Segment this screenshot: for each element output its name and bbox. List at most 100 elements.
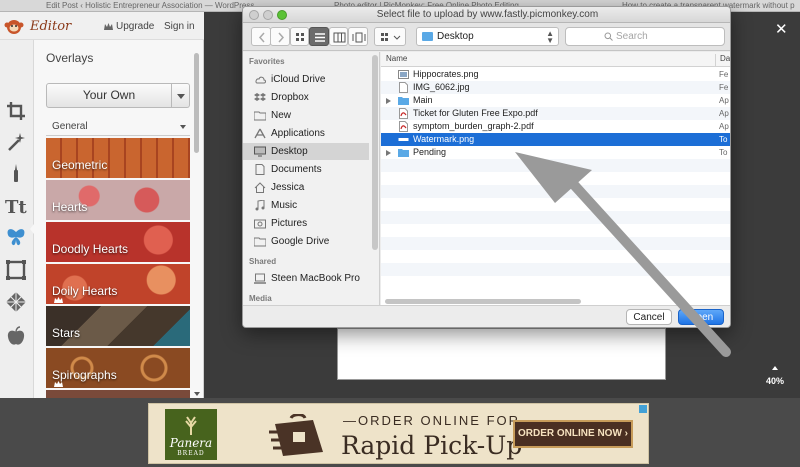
upgrade-link[interactable]: Upgrade — [104, 21, 154, 32]
effects-tool[interactable] — [5, 131, 27, 153]
file-list-horizontal-scrollbar[interactable] — [385, 299, 581, 304]
crop-tool[interactable] — [5, 100, 27, 122]
sidebar-item-google-drive[interactable]: Google Drive — [243, 233, 369, 250]
overlay-tile-hearts[interactable]: Hearts — [46, 180, 190, 220]
sidebar-item-label: Steen MacBook Pro — [271, 273, 360, 284]
disclosure-triangle-icon[interactable] — [386, 98, 391, 104]
magic-wand-icon — [8, 133, 25, 151]
sidebar-item-documents[interactable]: Documents — [243, 161, 369, 178]
category-select[interactable]: General — [46, 119, 190, 136]
panera-ad-banner[interactable]: Panera BREAD —ORDER ONLINE FOR— Rapid Pi… — [148, 403, 649, 464]
list-view-button[interactable] — [309, 27, 329, 46]
file-row[interactable]: Hippocrates.png Fe — [381, 68, 730, 81]
text-tool[interactable]: Tt — [5, 195, 27, 218]
file-date: Ap — [719, 109, 729, 118]
home-icon — [254, 182, 266, 193]
butterfly-icon — [7, 229, 25, 246]
tile-label: Doily Hearts — [52, 284, 118, 298]
overlay-tile-stars[interactable]: Stars — [46, 306, 190, 346]
sidebar-item-steen-macbook-pro[interactable]: Steen MacBook Pro — [243, 270, 369, 287]
textures-tool[interactable] — [5, 291, 27, 313]
tile-label: Doodly Hearts — [52, 242, 129, 256]
sidebar-item-label: Dropbox — [271, 92, 309, 103]
sidebar-item-label: Documents — [271, 164, 322, 175]
order-online-now-button[interactable]: ORDER ONLINE NOW › — [513, 420, 633, 448]
sidebar-item-icloud-drive[interactable]: iCloud Drive — [243, 71, 369, 88]
search-field[interactable]: Search — [565, 27, 725, 46]
empty-row — [381, 198, 730, 211]
forward-button[interactable] — [270, 27, 290, 46]
folder-icon — [254, 111, 266, 121]
sidebar-scrollbar[interactable] — [372, 55, 378, 250]
tool-rail: Tt — [0, 40, 34, 398]
zoom-up-icon[interactable] — [772, 366, 778, 370]
icon-view-button[interactable] — [290, 27, 309, 46]
sidebar-item-pictures[interactable]: Pictures — [243, 215, 369, 232]
zoom-level[interactable]: 40% — [766, 376, 784, 386]
cover-flow-button[interactable] — [348, 27, 368, 46]
browser-tab-wordpress[interactable]: Edit Post ‹ Holistic Entrepreneur Associ… — [46, 1, 254, 10]
open-button[interactable]: Open — [678, 309, 724, 325]
overlay-tile-spirographs[interactable]: Spirographs — [46, 348, 190, 388]
column-view-button[interactable] — [329, 27, 348, 46]
sidebar-item-applications[interactable]: Applications — [243, 125, 369, 142]
sidebar-item-new[interactable]: New — [243, 107, 369, 124]
file-name: Hippocrates.png — [413, 69, 479, 79]
sidebar-heading-shared: Shared — [249, 257, 277, 266]
overlay-tile-doily-hearts[interactable]: Doily Hearts — [46, 264, 190, 304]
frames-tool[interactable] — [5, 259, 27, 281]
file-row[interactable]: Main Ap — [381, 94, 730, 107]
sign-in-link[interactable]: Sign in — [164, 21, 195, 32]
your-own-dropdown-button[interactable] — [172, 83, 190, 108]
sidebar-item-label: Google Drive — [271, 236, 330, 247]
file-row[interactable]: Ticket for Gluten Free Expo.pdf Ap — [381, 107, 730, 120]
photo-canvas[interactable] — [337, 328, 666, 380]
location-popup[interactable]: Desktop ▲ ▼ — [416, 27, 559, 46]
back-button[interactable] — [251, 27, 271, 46]
sidebar-item-jessica[interactable]: Jessica — [243, 179, 369, 196]
file-row[interactable]: Pending To — [381, 146, 730, 159]
close-icon[interactable]: ✕ — [775, 20, 788, 38]
overlay-tile-partial[interactable] — [46, 390, 190, 398]
overlay-tile-doodly-hearts[interactable]: Doodly Hearts — [46, 222, 190, 262]
disclosure-triangle-icon[interactable] — [386, 150, 391, 156]
file-row[interactable]: Watermark.png To — [381, 133, 730, 146]
tile-label: Spirographs — [52, 368, 117, 382]
pdf-file-icon — [399, 108, 408, 119]
dropbox-icon — [254, 93, 266, 101]
scrollbar-thumb[interactable] — [194, 53, 199, 153]
sidebar-item-music[interactable]: Music — [243, 197, 369, 214]
file-date: Ap — [719, 122, 729, 131]
ad-headline-small-text: ORDER ONLINE FOR — [358, 413, 521, 428]
cancel-button[interactable]: Cancel — [626, 309, 672, 325]
empty-row — [381, 237, 730, 250]
overlay-scrollbar[interactable] — [193, 53, 201, 398]
file-list-header: Name Da — [381, 52, 730, 67]
scroll-down-icon[interactable] — [193, 390, 201, 398]
sidebar-item-label: New — [271, 110, 292, 121]
sidebar-item-dropbox[interactable]: Dropbox — [243, 89, 369, 106]
touch-up-tool[interactable] — [5, 162, 27, 184]
upgrade-label: Upgrade — [116, 21, 155, 32]
your-own-button[interactable]: Your Own — [46, 83, 172, 108]
sidebar-item-desktop[interactable]: Desktop — [243, 143, 369, 160]
premium-crown-icon — [54, 297, 63, 303]
file-date: To — [719, 135, 728, 144]
themes-tool[interactable] — [5, 325, 27, 347]
column-header-name[interactable]: Name — [386, 54, 407, 63]
folder-icon — [254, 237, 266, 247]
file-name: IMG_6062.jpg — [413, 82, 470, 92]
overlays-tool[interactable] — [5, 226, 27, 248]
file-row[interactable]: symptom_burden_graph-2.pdf Ap — [381, 120, 730, 133]
ad-info-icon[interactable] — [639, 405, 647, 413]
search-icon — [604, 32, 613, 41]
file-row[interactable]: IMG_6062.jpg Fe — [381, 81, 730, 94]
column-header-date[interactable]: Da — [715, 54, 730, 67]
overlay-tile-geometric[interactable]: Geometric — [46, 138, 190, 178]
arrange-button[interactable] — [374, 27, 406, 46]
premium-crown-icon — [54, 381, 63, 387]
panera-logo-subtext: BREAD — [177, 450, 205, 457]
folder-icon — [422, 32, 433, 41]
dialog-toolbar: Desktop ▲ ▼ Search — [243, 23, 730, 51]
delivery-bag-icon — [269, 414, 323, 456]
